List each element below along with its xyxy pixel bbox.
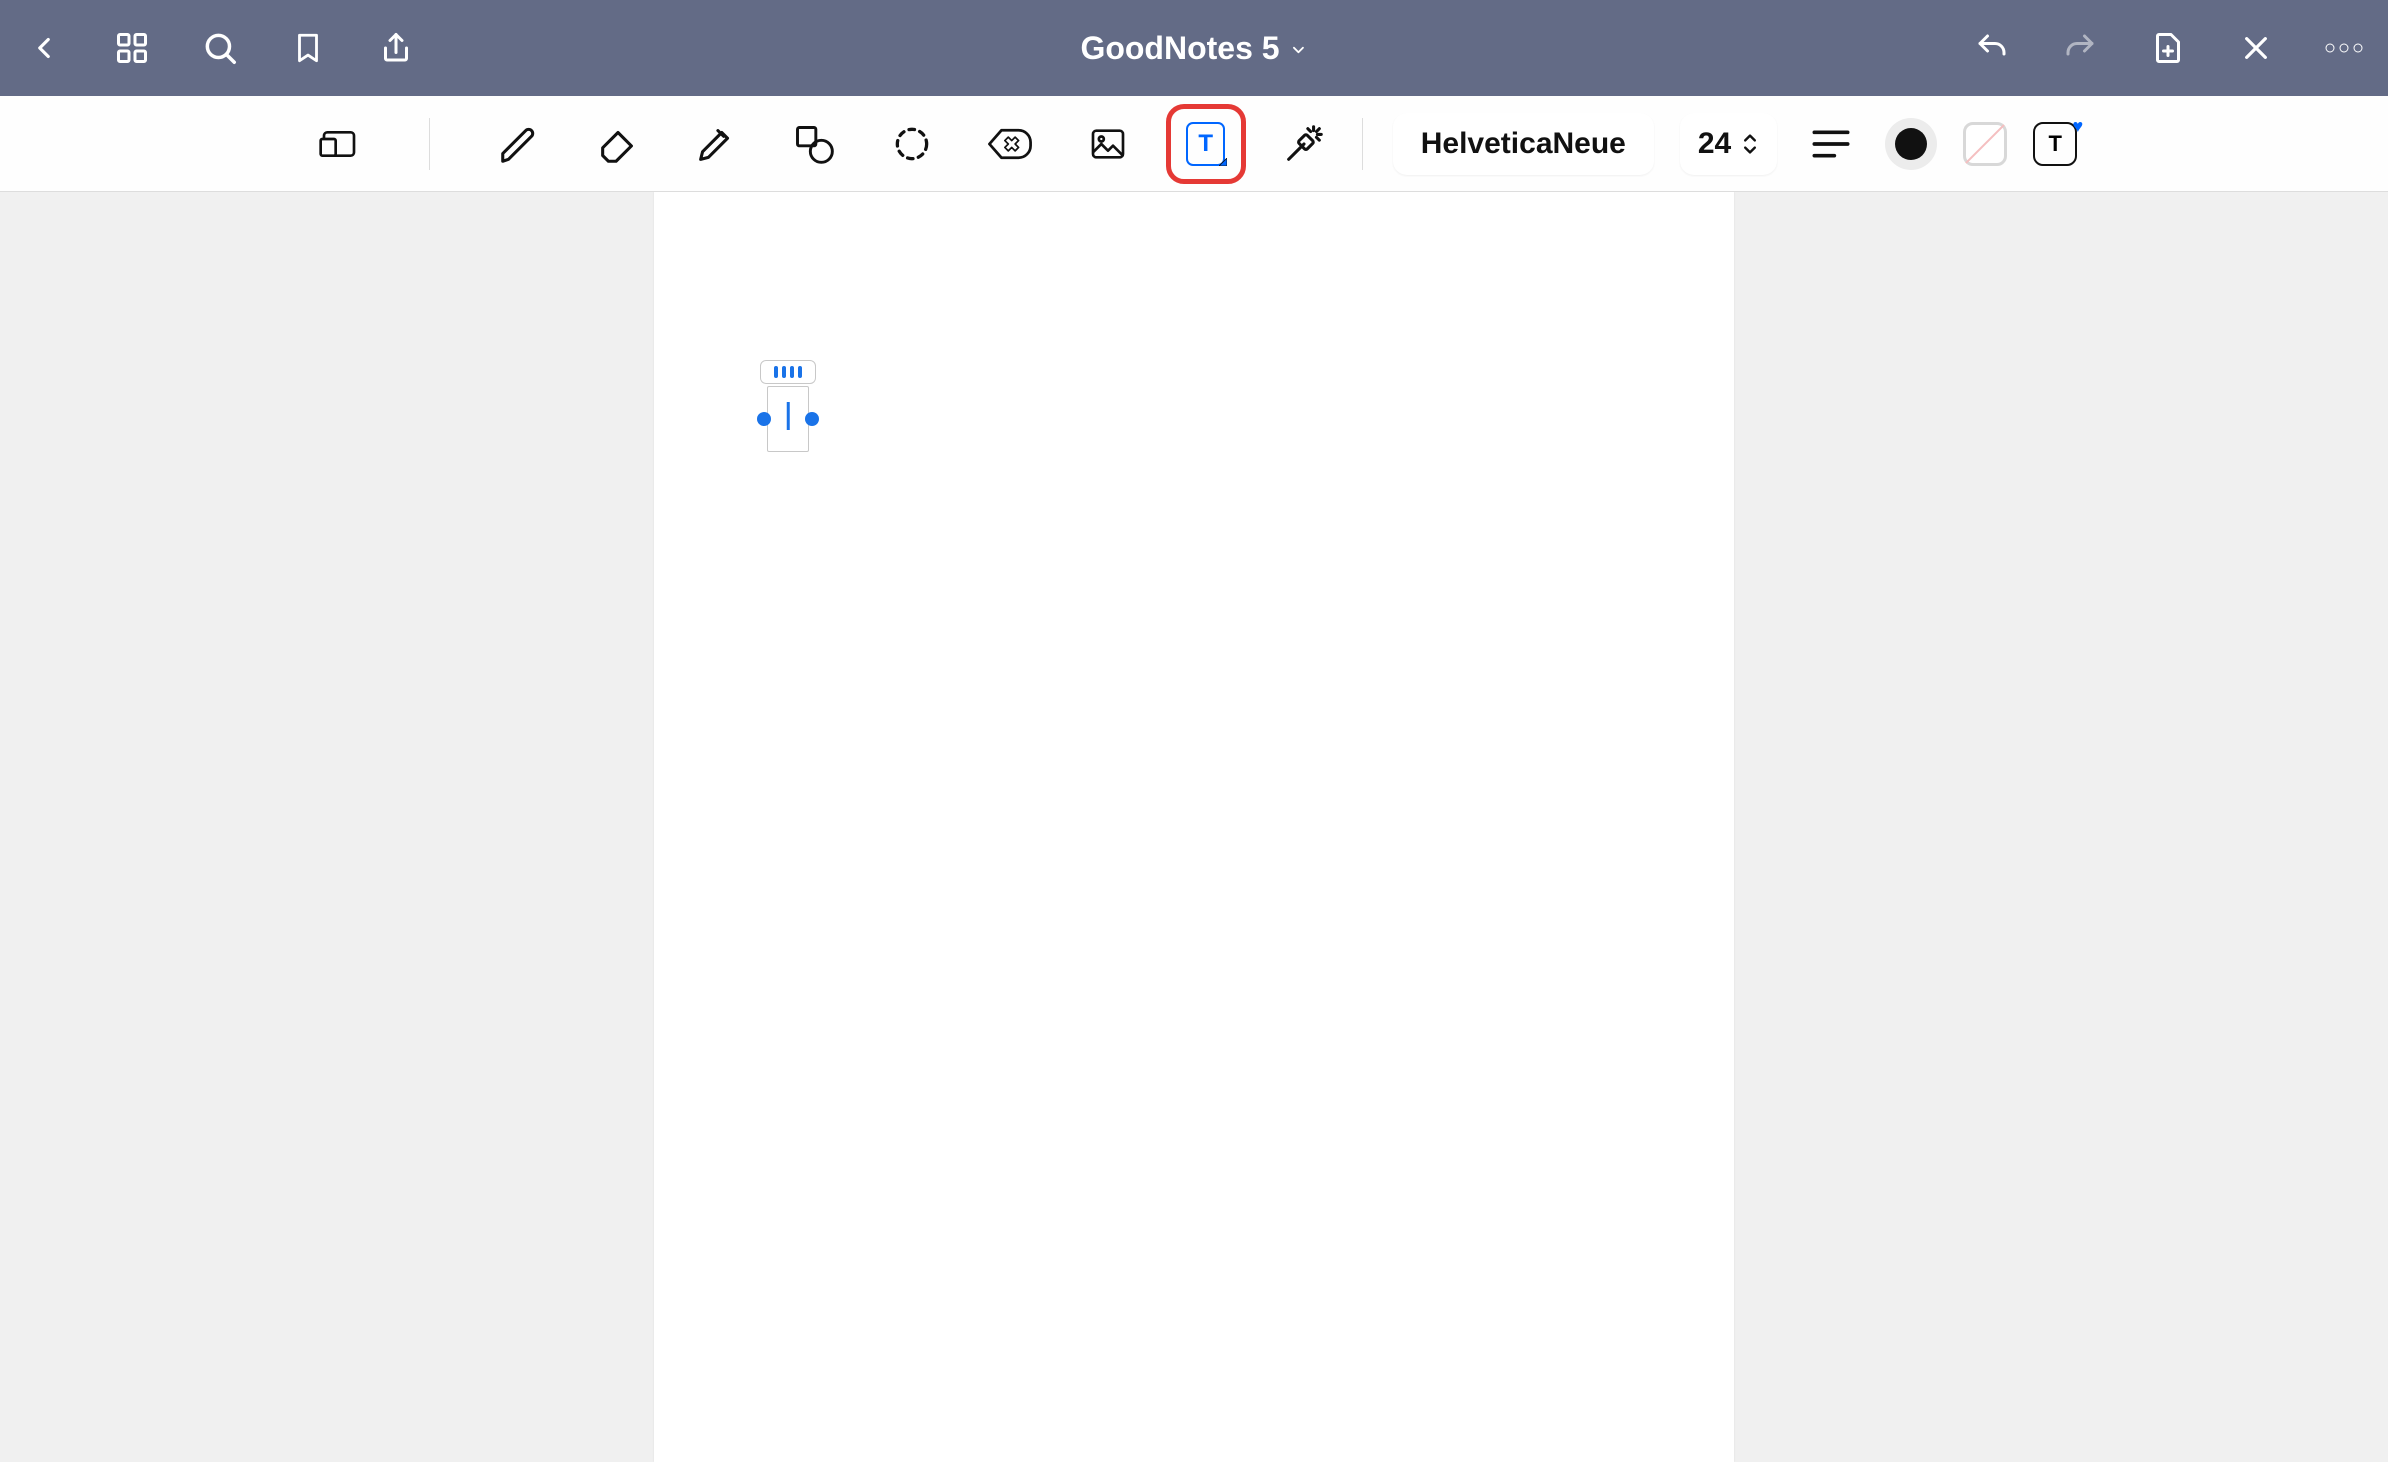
document-title: GoodNotes 5 [1080, 30, 1279, 67]
color-swatch [1895, 128, 1927, 160]
pen-tool[interactable] [492, 116, 548, 172]
elements-tool[interactable] [982, 116, 1038, 172]
toolbar: T HelveticaNeue 24 T ♥ [0, 96, 2388, 192]
laser-pointer-tool[interactable] [1276, 116, 1332, 172]
lasso-tool[interactable] [884, 116, 940, 172]
canvas-area[interactable] [0, 192, 2388, 1462]
highlighter-tool[interactable] [688, 116, 744, 172]
page[interactable] [654, 192, 1734, 1462]
grip-bar [790, 366, 794, 378]
chevron-down-icon [1290, 30, 1308, 67]
active-text-box[interactable] [760, 362, 816, 452]
zoom-window-tool[interactable] [311, 116, 367, 172]
grip-bar [798, 366, 802, 378]
share-icon[interactable] [372, 24, 420, 72]
tools-group: T [311, 116, 1332, 172]
add-page-icon[interactable] [2144, 24, 2192, 72]
thumbnails-icon[interactable] [108, 24, 156, 72]
close-icon[interactable] [2232, 24, 2280, 72]
more-icon[interactable] [2320, 24, 2368, 72]
text-tool[interactable]: T [1178, 116, 1234, 172]
top-nav-bar: GoodNotes 5 [0, 0, 2388, 96]
font-size-selector[interactable]: 24 [1680, 113, 1777, 175]
search-icon[interactable] [196, 24, 244, 72]
top-nav-right [1968, 24, 2368, 72]
resize-handle-left[interactable] [757, 412, 771, 426]
font-size-label: 24 [1698, 127, 1731, 161]
heart-badge-icon: ♥ [2073, 116, 2084, 137]
text-style-letter: T [2049, 131, 2062, 157]
text-box-drag-handle[interactable] [760, 360, 816, 384]
font-name-label: HelveticaNeue [1421, 127, 1626, 160]
text-color-button[interactable] [1885, 118, 1937, 170]
redo-icon[interactable] [2056, 24, 2104, 72]
document-title-area[interactable]: GoodNotes 5 [1080, 30, 1307, 67]
resize-handle-right[interactable] [805, 412, 819, 426]
grip-bar [782, 366, 786, 378]
text-background-color-button[interactable] [1963, 122, 2007, 166]
divider [429, 118, 430, 170]
text-tool-icon: T [1186, 122, 1225, 166]
divider [1362, 118, 1363, 170]
grip-bar [774, 366, 778, 378]
text-options-group: HelveticaNeue 24 T ♥ [1393, 113, 2077, 175]
font-selector[interactable]: HelveticaNeue [1393, 113, 1654, 175]
text-style-presets-button[interactable]: T ♥ [2033, 122, 2077, 166]
back-icon[interactable] [20, 24, 68, 72]
top-nav-left [20, 24, 420, 72]
eraser-tool[interactable] [590, 116, 646, 172]
text-tool-letter: T [1198, 130, 1213, 157]
text-cursor [787, 402, 790, 430]
image-tool[interactable] [1080, 116, 1136, 172]
bookmark-icon[interactable] [284, 24, 332, 72]
paragraph-style-button[interactable] [1803, 116, 1859, 172]
shape-tool[interactable] [786, 116, 842, 172]
stepper-icon [1741, 132, 1759, 156]
undo-icon[interactable] [1968, 24, 2016, 72]
